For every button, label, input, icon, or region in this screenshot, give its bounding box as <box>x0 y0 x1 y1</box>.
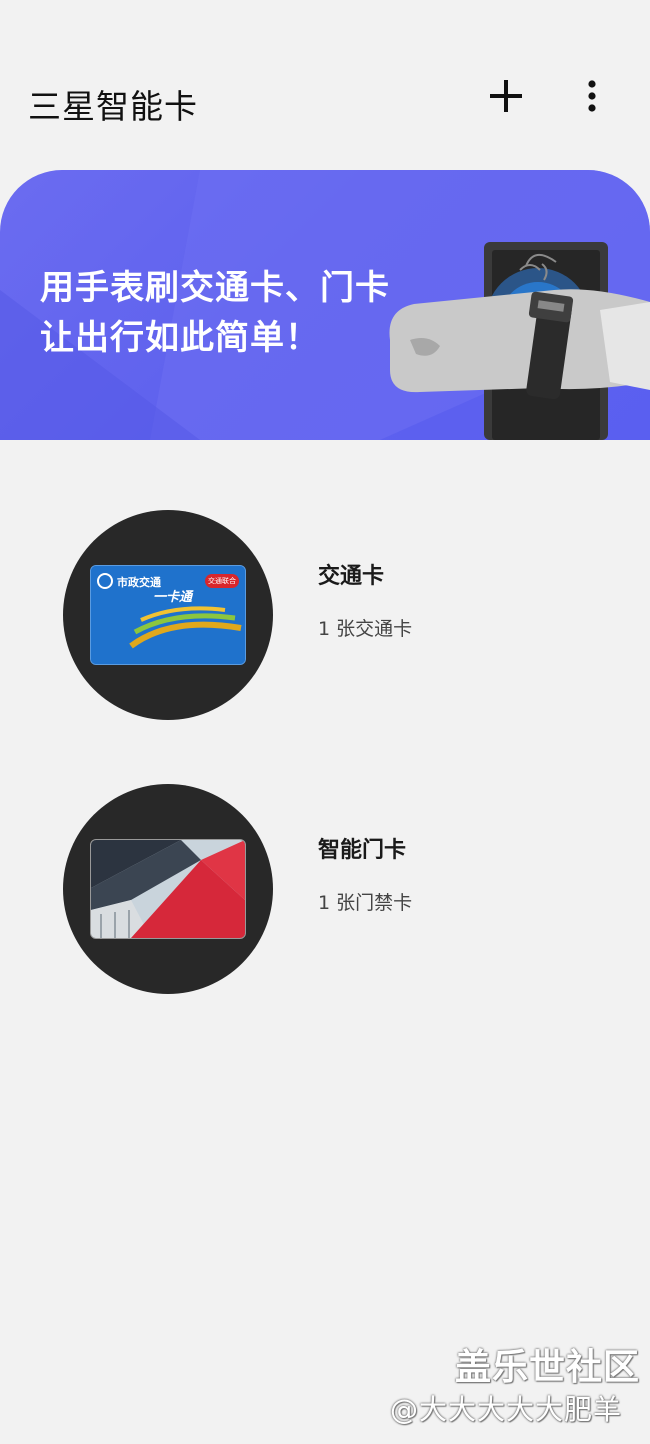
transit-card-image: 市政交通 一卡通 交通联合 <box>90 565 246 665</box>
watermark-community: 盖乐世社区 <box>455 1347 641 1388</box>
transit-card-item[interactable]: 市政交通 一卡通 交通联合 交通卡 1 张交通卡 <box>0 510 650 730</box>
watch-tap-illustration <box>389 242 650 440</box>
door-card-image <box>90 839 246 939</box>
door-card-thumbnail-circle <box>63 784 273 994</box>
door-card-count: 1 张门禁卡 <box>318 892 413 914</box>
banner-headline: 用手表刷交通卡、门卡 <box>40 268 390 308</box>
door-card-artwork <box>91 840 245 938</box>
banner-subheadline: 让出行如此简单！ <box>40 318 320 358</box>
transit-card-thumbnail-circle: 市政交通 一卡通 交通联合 <box>63 510 273 720</box>
more-vert-icon <box>588 80 596 112</box>
promo-banner[interactable]: 用手表刷交通卡、门卡 让出行如此简单！ <box>0 170 650 440</box>
transit-card-count: 1 张交通卡 <box>318 618 413 640</box>
plus-icon <box>490 80 522 112</box>
transit-card-title: 交通卡 <box>318 564 385 589</box>
door-card-title: 智能门卡 <box>318 838 407 863</box>
door-card-item[interactable]: 智能门卡 1 张门禁卡 <box>0 784 650 1004</box>
transit-card-brand-right: 一卡通 <box>153 590 193 605</box>
add-card-button[interactable] <box>484 74 528 118</box>
watermark-author: @大大大大大肥羊 <box>390 1393 623 1426</box>
more-options-button[interactable] <box>572 74 612 118</box>
page-title: 三星智能卡 <box>28 87 198 126</box>
app-bar: 三星智能卡 <box>0 0 650 160</box>
transit-card-badge: 交通联合 <box>208 577 236 585</box>
